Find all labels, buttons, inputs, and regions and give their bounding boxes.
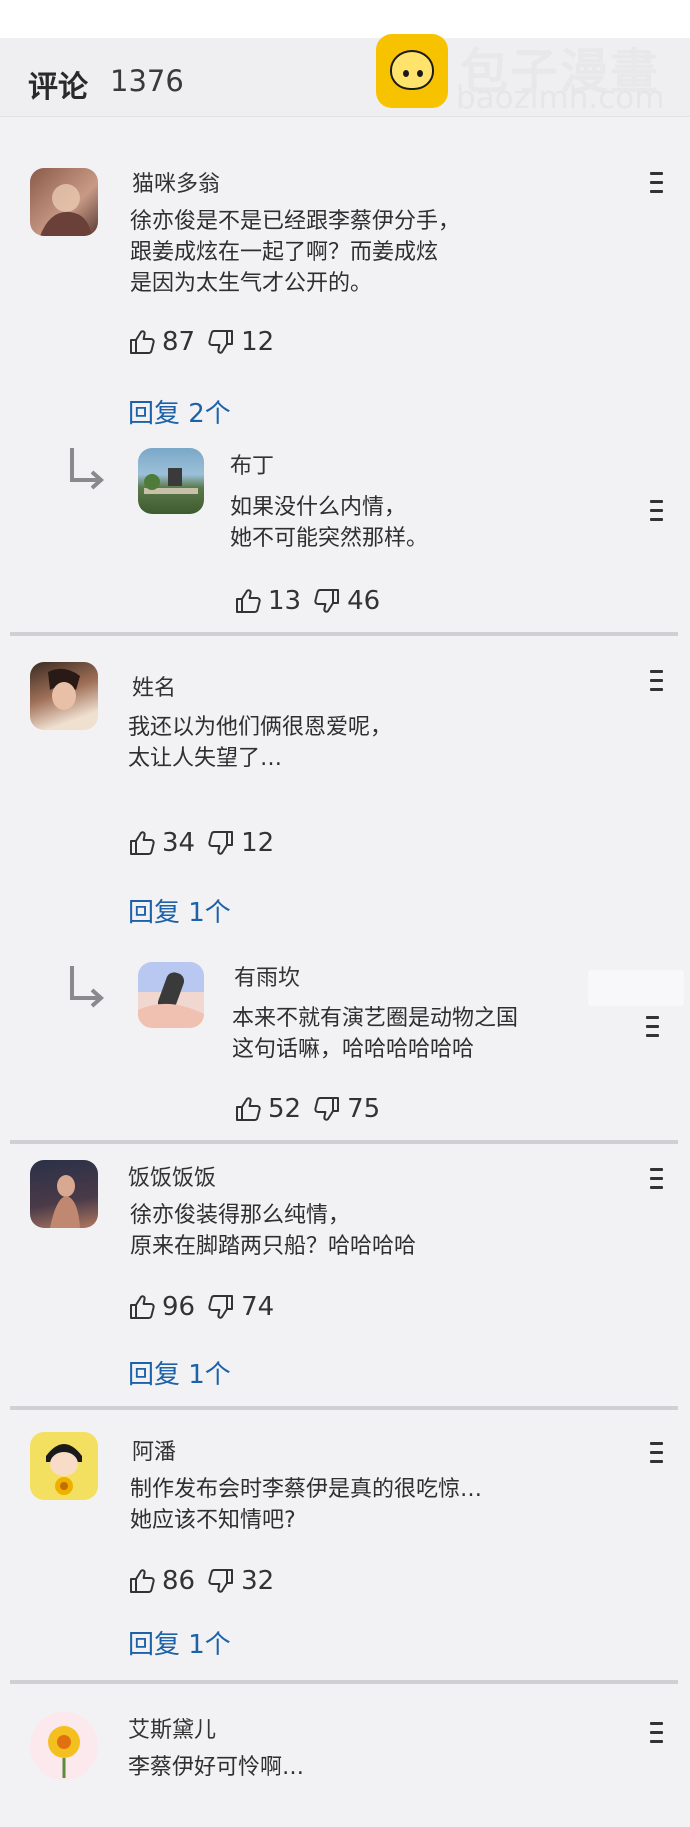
reply-text: 如果没什么内情， 她不可能突然那样。 [230, 495, 429, 551]
like-count: 13 [268, 586, 302, 616]
avatar[interactable] [138, 962, 204, 1028]
dislike-count: 75 [347, 1094, 381, 1124]
comment-username[interactable]: 饭饭饭饭 [128, 1160, 216, 1192]
reply-text: 本来不就有演艺圈是动物之国 这句话嘛，哈哈哈哈哈哈 [232, 1006, 519, 1062]
blank-patch [588, 970, 684, 1006]
thumbs-down-icon[interactable] [207, 1567, 235, 1595]
comment-username[interactable]: 艾斯黛儿 [128, 1712, 216, 1744]
reaction-bar: 34 12 [128, 826, 286, 860]
comment-divider [10, 1406, 678, 1410]
comment-text: 我还以为他们俩很恩爱呢， 太让人失望了… [128, 715, 393, 771]
comment-divider [10, 1680, 678, 1684]
reaction-bar: 52 75 [234, 1092, 392, 1126]
thumbs-up-icon[interactable] [234, 1095, 262, 1123]
thumbs-down-icon[interactable] [207, 1293, 235, 1321]
view-replies-link[interactable]: 回复 1个 [128, 892, 231, 929]
view-replies-link[interactable]: 回复 2个 [128, 393, 231, 430]
comment-username[interactable]: 猫咪多翁 [132, 166, 220, 198]
dislike-count: 74 [241, 1292, 275, 1322]
thumbs-up-icon[interactable] [128, 328, 156, 356]
comments-title: 评论 [28, 70, 88, 105]
like-count: 96 [162, 1292, 196, 1322]
avatar[interactable] [30, 1160, 98, 1228]
view-replies-link[interactable]: 回复 1个 [128, 1624, 231, 1661]
thumbs-down-icon[interactable] [207, 328, 235, 356]
thumbs-down-icon[interactable] [313, 587, 341, 615]
reply-arrow-icon [66, 446, 106, 492]
comment-text: 李蔡伊好可怜啊… [128, 1755, 305, 1780]
like-count: 52 [268, 1094, 302, 1124]
more-menu-icon[interactable] [650, 670, 664, 696]
avatar[interactable] [138, 448, 204, 514]
comment-divider [10, 632, 678, 636]
comment-username[interactable]: 阿潘 [132, 1434, 176, 1466]
thumbs-down-icon[interactable] [207, 829, 235, 857]
thumbs-up-icon[interactable] [128, 1567, 156, 1595]
reply-username[interactable]: 布丁 [230, 448, 274, 480]
like-count: 86 [162, 1566, 196, 1596]
reaction-bar: 96 74 [128, 1290, 286, 1324]
more-menu-icon[interactable] [650, 500, 664, 526]
reaction-bar: 13 46 [234, 584, 392, 618]
reaction-bar: 86 32 [128, 1564, 286, 1598]
thumbs-down-icon[interactable] [313, 1095, 341, 1123]
avatar[interactable] [30, 1712, 98, 1780]
dislike-count: 12 [241, 327, 275, 357]
more-menu-icon[interactable] [646, 1016, 660, 1042]
comment-divider [10, 1140, 678, 1144]
reaction-bar: 87 12 [128, 325, 286, 359]
more-menu-icon[interactable] [650, 1442, 664, 1468]
more-menu-icon[interactable] [650, 1168, 664, 1194]
thumbs-up-icon[interactable] [128, 829, 156, 857]
reply-username[interactable]: 有雨坎 [234, 960, 300, 992]
thumbs-up-icon[interactable] [128, 1293, 156, 1321]
avatar[interactable] [30, 662, 98, 730]
avatar[interactable] [30, 1432, 98, 1500]
view-replies-link[interactable]: 回复 1个 [128, 1354, 231, 1391]
dislike-count: 12 [241, 828, 275, 858]
thumbs-up-icon[interactable] [234, 587, 262, 615]
bun-logo-icon [376, 34, 448, 108]
more-menu-icon[interactable] [650, 172, 664, 198]
comment-text: 徐亦俊装得那么纯情， 原来在脚踏两只船？哈哈哈哈 [130, 1203, 417, 1259]
like-count: 34 [162, 828, 196, 858]
more-menu-icon[interactable] [650, 1722, 664, 1748]
dislike-count: 46 [347, 586, 381, 616]
comment-username[interactable]: 姓名 [132, 670, 176, 702]
watermark-domain: baozimh.com [456, 80, 665, 116]
reply-arrow-icon [66, 964, 106, 1010]
like-count: 87 [162, 327, 196, 357]
avatar[interactable] [30, 168, 98, 236]
comment-text: 徐亦俊是不是已经跟李蔡伊分手， 跟姜成炫在一起了啊？而姜成炫 是因为太生气才公开… [130, 209, 461, 296]
comments-count: 1376 [110, 64, 184, 98]
dislike-count: 32 [241, 1566, 275, 1596]
comment-text: 制作发布会时李蔡伊是真的很吃惊… 她应该不知情吧? [130, 1477, 483, 1533]
